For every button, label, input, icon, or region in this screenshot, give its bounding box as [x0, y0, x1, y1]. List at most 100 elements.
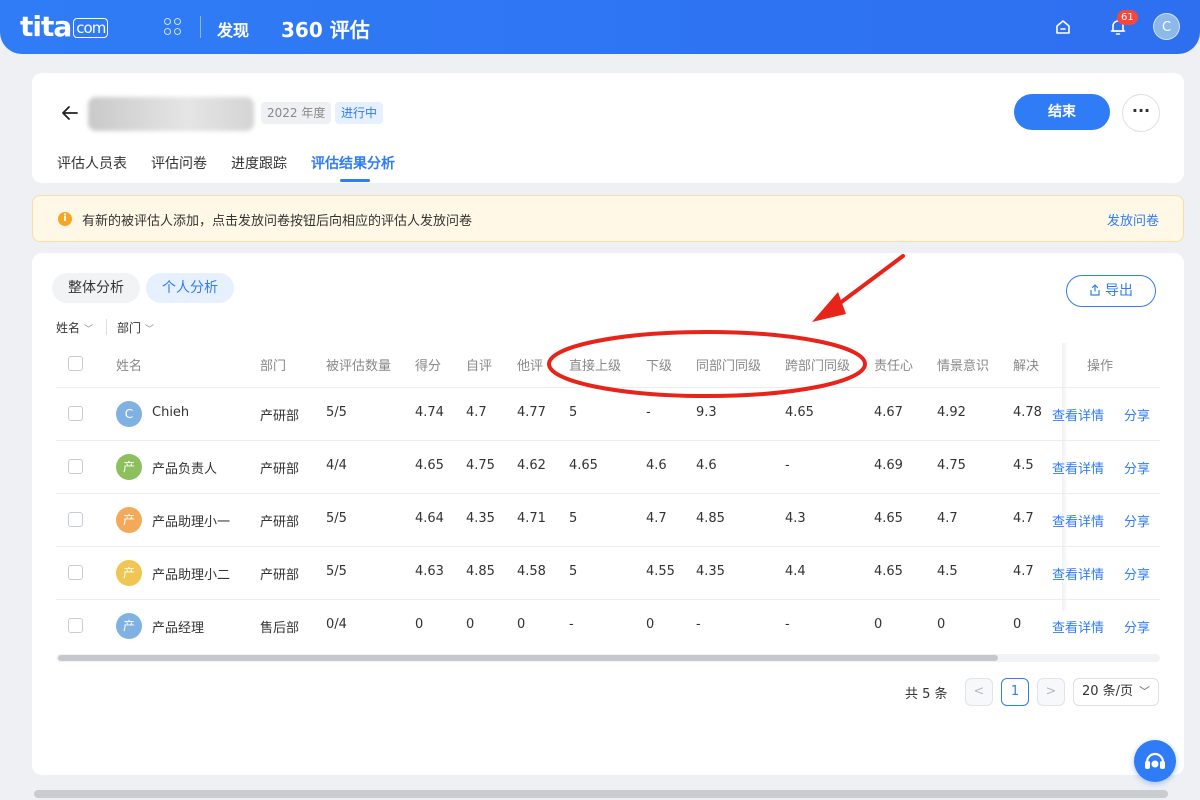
back-arrow-icon[interactable] [60, 103, 80, 123]
row-checkbox[interactable] [68, 459, 83, 474]
share-link[interactable]: 分享 [1124, 564, 1150, 583]
headset-icon [1145, 752, 1165, 769]
prev-page-button[interactable]: < [965, 678, 993, 706]
cell-department: 产研部 [260, 568, 300, 583]
share-link[interactable]: 分享 [1124, 511, 1150, 530]
cell-department: 产研部 [260, 409, 300, 424]
status-tag: 进行中 [335, 102, 384, 124]
cell-others: 4.71 [517, 511, 546, 526]
cell-subordinate: 4.6 [646, 458, 667, 473]
next-page-button[interactable]: > [1037, 678, 1065, 706]
cell-others: 4.58 [517, 564, 546, 579]
cell-manager: 5 [569, 405, 578, 420]
send-questionnaire-link[interactable]: 发放问卷 [1107, 210, 1159, 229]
cell-self: 4.85 [466, 564, 495, 579]
cell-subordinate: 4.7 [646, 511, 667, 526]
cell-name: Chieh [152, 405, 190, 420]
info-icon: i [58, 212, 72, 226]
cell-score: 0 [415, 617, 424, 632]
col-peer-same-dept: 同部门同级 [696, 359, 762, 374]
view-details-link[interactable]: 查看详情 [1052, 617, 1104, 636]
filter-department[interactable]: 部门 ﹀ [117, 319, 154, 336]
cell-count: 5/5 [326, 511, 347, 526]
tab-evaluators[interactable]: 评估人员表 [57, 153, 127, 173]
cell-situational: 0 [937, 617, 946, 632]
select-all-checkbox[interactable] [68, 356, 83, 371]
cell-solving: 4.78 [1013, 405, 1042, 420]
row-checkbox[interactable] [68, 512, 83, 527]
cell-count: 5/5 [326, 564, 347, 579]
scrollbar-thumb[interactable] [58, 655, 998, 661]
tab-progress[interactable]: 进度跟踪 [231, 153, 287, 173]
view-details-link[interactable]: 查看详情 [1052, 564, 1104, 583]
blurred-evaluation-title [88, 97, 254, 131]
app-title: 360 评估 [281, 18, 370, 42]
cell-situational: 4.7 [937, 511, 958, 526]
share-link[interactable]: 分享 [1124, 458, 1150, 477]
cell-solving: 4.7 [1013, 564, 1034, 579]
customer-service-button[interactable] [1134, 740, 1176, 782]
segment-overall-analysis[interactable]: 整体分析 [52, 273, 140, 303]
analysis-card: 整体分析 个人分析 导出 姓名 ﹀ 部门 ﹀ 姓名 部门 被评估数量 得分 自评 他… [32, 253, 1184, 775]
row-checkbox[interactable] [68, 565, 83, 580]
cell-name: 产品负责人 [152, 462, 218, 477]
cell-peer-same: 4.85 [696, 511, 725, 526]
cell-peer-cross: - [785, 458, 790, 473]
cell-manager: - [569, 617, 574, 632]
row-checkbox[interactable] [68, 618, 83, 633]
export-button[interactable]: 导出 [1066, 275, 1156, 307]
table-horizontal-scrollbar[interactable] [56, 654, 1160, 662]
cell-manager: 4.65 [569, 458, 598, 473]
cell-name: 产品经理 [152, 621, 205, 636]
share-link[interactable]: 分享 [1124, 617, 1150, 636]
chevron-down-icon: ﹀ [84, 325, 94, 335]
home-icon[interactable] [1054, 18, 1072, 36]
avatar: 产 [116, 613, 142, 639]
cell-peer-cross: 4.65 [785, 405, 814, 420]
cell-count: 0/4 [326, 617, 347, 632]
end-button[interactable]: 结束 [1014, 94, 1110, 130]
col-others-eval: 他评 [517, 359, 544, 374]
share-link[interactable]: 分享 [1124, 405, 1150, 424]
filter-name[interactable]: 姓名 ﹀ [56, 319, 93, 336]
year-tag: 2022 年度 [261, 102, 332, 124]
logo-text: tita [20, 10, 72, 43]
cell-solving: 4.7 [1013, 511, 1034, 526]
tab-result-analysis[interactable]: 评估结果分析 [311, 153, 395, 173]
page-horizontal-scrollbar[interactable] [34, 790, 1168, 798]
col-actions: 操作 [1087, 359, 1114, 374]
cell-score: 4.65 [415, 458, 444, 473]
nav-discover[interactable]: 发现 [217, 17, 249, 41]
page-size-select[interactable]: 20 条/页 ﹀ [1073, 678, 1159, 706]
tab-questionnaire[interactable]: 评估问卷 [151, 153, 207, 173]
cell-responsibility: 4.65 [874, 511, 903, 526]
cell-department: 产研部 [260, 462, 300, 477]
tita-logo[interactable]: tita com [20, 10, 109, 43]
cell-self: 0 [466, 617, 475, 632]
cell-others: 4.62 [517, 458, 546, 473]
row-checkbox[interactable] [68, 406, 83, 421]
segment-personal-analysis[interactable]: 个人分析 [146, 273, 234, 303]
cell-department: 产研部 [260, 515, 300, 530]
filter-divider [106, 319, 107, 335]
user-avatar[interactable]: C [1153, 13, 1180, 40]
more-options-button[interactable]: ··· [1122, 94, 1160, 132]
table-row: 产 产品助理小二 产研部 5/5 4.63 4.85 4.58 5 4.55 4… [56, 546, 1160, 599]
view-details-link[interactable]: 查看详情 [1052, 511, 1104, 530]
table-row: 产 产品助理小一 产研部 5/5 4.64 4.35 4.71 5 4.7 4.… [56, 493, 1160, 546]
cell-count: 4/4 [326, 458, 347, 473]
filter-department-label: 部门 [117, 321, 142, 335]
apps-grid-icon[interactable] [164, 18, 182, 36]
page-1-button[interactable]: 1 [1001, 678, 1029, 706]
cell-self: 4.75 [466, 458, 495, 473]
col-situational-awareness: 情景意识 [937, 359, 990, 374]
col-subordinate: 下级 [646, 359, 673, 374]
col-score: 得分 [415, 359, 442, 374]
view-details-link[interactable]: 查看详情 [1052, 458, 1104, 477]
table-row: 产 产品经理 售后部 0/4 0 0 0 - 0 - - 0 0 0 查看详情 … [56, 599, 1160, 652]
nav-divider [200, 16, 201, 38]
export-icon [1090, 284, 1100, 296]
cell-score: 4.64 [415, 511, 444, 526]
cell-situational: 4.92 [937, 405, 966, 420]
view-details-link[interactable]: 查看详情 [1052, 405, 1104, 424]
